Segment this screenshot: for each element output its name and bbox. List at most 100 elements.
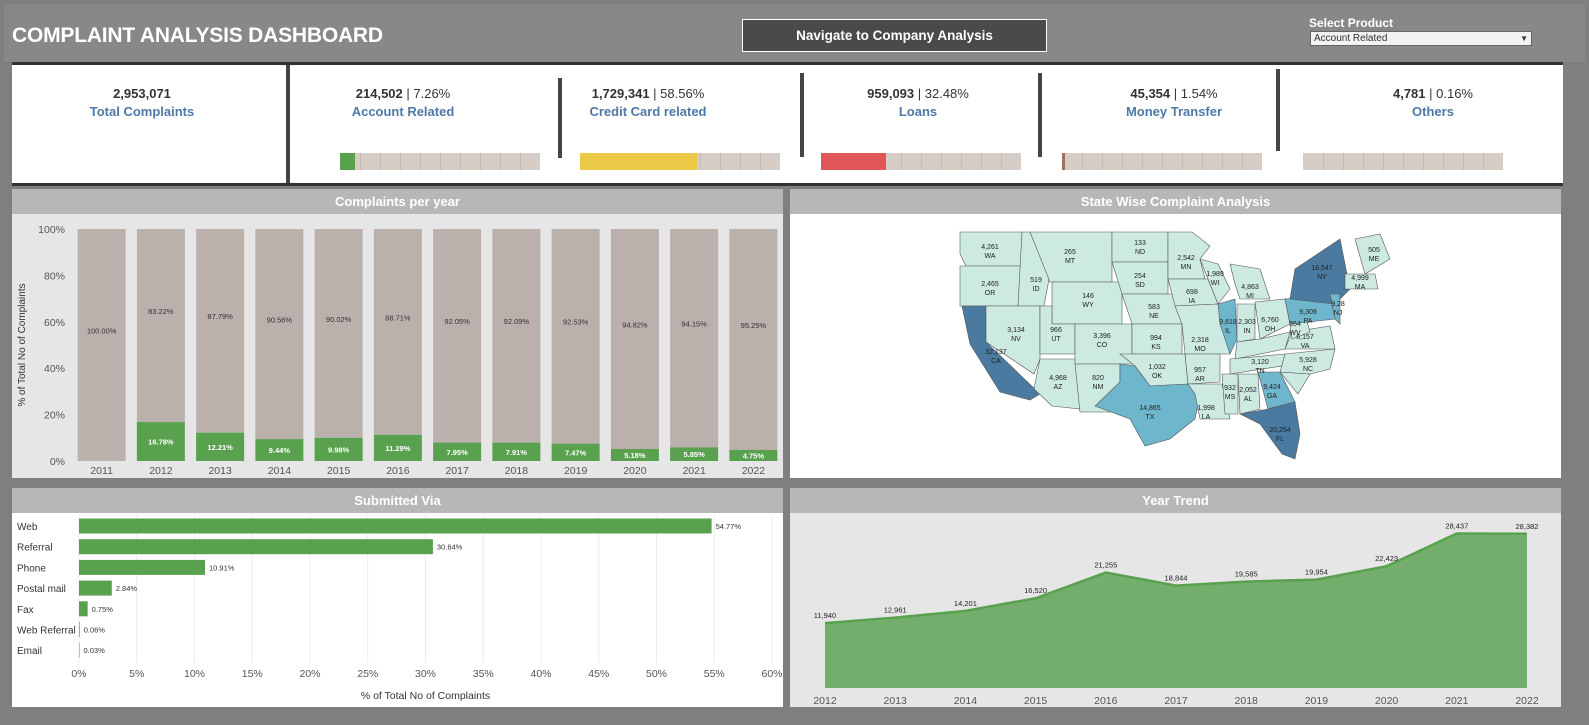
state-value-label: 966 [1050, 327, 1062, 334]
x-tick-label: 2016 [1094, 695, 1118, 707]
state-value-label: 994 [1150, 335, 1162, 342]
y-tick-label: 60% [44, 317, 65, 329]
state-map-title: State Wise Complaint Analysis [790, 189, 1561, 214]
navigate-company-analysis-button[interactable]: Navigate to Company Analysis [742, 19, 1047, 52]
kpi-bar-tick [380, 153, 381, 170]
state-value-label: 820 [1092, 375, 1104, 382]
state-value-label: 2,303 [1238, 319, 1256, 326]
state-map[interactable]: 4,261 WA 2,465 OR 32,137 CA 519 ID 3,134 NV 265 MT 1… [790, 214, 1561, 478]
state-value-label: 4,863 [1241, 284, 1259, 291]
state-value-label: 133 [1134, 240, 1146, 247]
state-value-label: 554 [1289, 321, 1301, 328]
x-tick-label: 2012 [149, 465, 173, 477]
kpi-bar-tick [700, 153, 701, 170]
kpi-value: 2,953,071 [22, 86, 262, 101]
bar-value-label: 0.06% [84, 626, 106, 635]
x-axis-label: % of Total No of Complaints [361, 690, 490, 702]
state-value-label: 2,318 [1191, 337, 1209, 344]
state-value-label: 18,547 [1311, 265, 1333, 272]
bar-other-label: 95.25% [741, 321, 767, 330]
trend-point-label: 22,423 [1375, 554, 1398, 563]
year-trend-chart: 11,940 2012 12,961 2013 14,201 2014 16,520 2015… [790, 513, 1561, 707]
bar-account-label: 5.18% [624, 451, 646, 460]
kpi-bar-tick [1403, 153, 1404, 170]
kpi-bar-tick [500, 153, 501, 170]
bar-submitted-via [79, 622, 80, 637]
kpi-share-bar [821, 153, 1021, 170]
x-tick-label: 2021 [1445, 695, 1469, 707]
state-value-label: 1,032 [1148, 364, 1166, 371]
kpi-bar-tick [901, 153, 902, 170]
bar-account-label: 5.85% [683, 450, 705, 459]
bar-other [77, 229, 126, 461]
state-nd [1111, 231, 1169, 263]
bar-other [551, 229, 600, 444]
state-value-label: 20,254 [1269, 427, 1291, 434]
submitted-via-title: Submitted Via [12, 488, 783, 513]
bar-account-label: 7.95% [446, 448, 468, 457]
kpi-bar-tick [1383, 153, 1384, 170]
chevron-down-icon: ▼ [1520, 34, 1528, 43]
kpi-bar-tick [1162, 153, 1163, 170]
x-tick-label: 45% [588, 668, 609, 680]
x-tick-label: 5% [129, 668, 144, 680]
header-bar: COMPLAINT ANALYSIS DASHBOARD Navigate to… [4, 4, 1585, 62]
bar-account-label: 12.21% [207, 443, 233, 452]
x-tick-label: 2018 [1235, 695, 1259, 707]
category-label: Fax [17, 605, 34, 616]
kpi-bar-tick [1102, 153, 1103, 170]
bar-other-label: 90.56% [267, 315, 293, 324]
trend-point-label: 18,844 [1165, 574, 1188, 583]
kpi-value: 45,354 | 1.54% [1054, 86, 1294, 101]
x-tick-label: 2014 [268, 465, 292, 477]
bar-other [729, 229, 778, 450]
x-tick-label: 2012 [813, 695, 837, 707]
kpi-bar-tick [520, 153, 521, 170]
kpi-bar-tick [1222, 153, 1223, 170]
state-abbr-label: IL [1225, 328, 1231, 335]
y-tick-label: 20% [44, 410, 65, 422]
x-tick-label: 2013 [208, 465, 232, 477]
state-value-label: 2,542 [1177, 255, 1195, 262]
state-value-label: 14,865 [1139, 405, 1161, 412]
kpi-bar-tick [440, 153, 441, 170]
bar-other-label: 90.02% [326, 315, 352, 324]
y-tick-label: 100% [38, 224, 65, 236]
x-tick-label: 20% [299, 668, 320, 680]
bar-value-label: 0.03% [84, 646, 106, 655]
kpi-bar-tick [1001, 153, 1002, 170]
bar-submitted-via [79, 580, 112, 596]
x-tick-label: 55% [704, 668, 725, 680]
state-abbr-label: NJ [1334, 310, 1343, 317]
kpi-count: 4,781 [1392, 86, 1426, 101]
kpi-bar-tick [1142, 153, 1143, 170]
bar-value-label: 54.77% [716, 522, 742, 531]
trend-point-label: 19,585 [1235, 570, 1258, 579]
kpi-label: Credit Card related [589, 104, 707, 119]
state-value-label: 519 [1030, 277, 1042, 284]
bar-account-label: 9.98% [328, 445, 350, 454]
bar-other-label: 92.53% [563, 318, 589, 327]
kpi-share-fill [340, 153, 355, 170]
y-tick-label: 0% [50, 456, 65, 468]
state-abbr-label: ID [1033, 286, 1040, 293]
bar-other [492, 229, 541, 443]
state-abbr-label: GA [1267, 393, 1277, 400]
bar-other [670, 229, 719, 448]
kpi-share-bar [1303, 153, 1503, 170]
kpi-percent: | 32.48% [914, 86, 969, 101]
kpi-bar-tick [480, 153, 481, 170]
kpi-bar-tick [1323, 153, 1324, 170]
kpi-bar-tick [1182, 153, 1183, 170]
state-value-label: 9,28 [1331, 301, 1345, 308]
kpi-bar-tick [420, 153, 421, 170]
x-tick-label: 15% [242, 668, 263, 680]
bar-other-label: 83.22% [148, 307, 174, 316]
state-abbr-label: ND [1135, 249, 1145, 256]
y-axis-label: % of Total No of Complaints [17, 283, 28, 406]
state-abbr-label: OK [1152, 373, 1162, 380]
kpi-share-fill [821, 153, 886, 170]
x-tick-label: 2020 [1375, 695, 1399, 707]
select-product-dropdown[interactable]: Account Related ▼ [1310, 31, 1532, 46]
trend-point-label: 14,201 [954, 599, 977, 608]
